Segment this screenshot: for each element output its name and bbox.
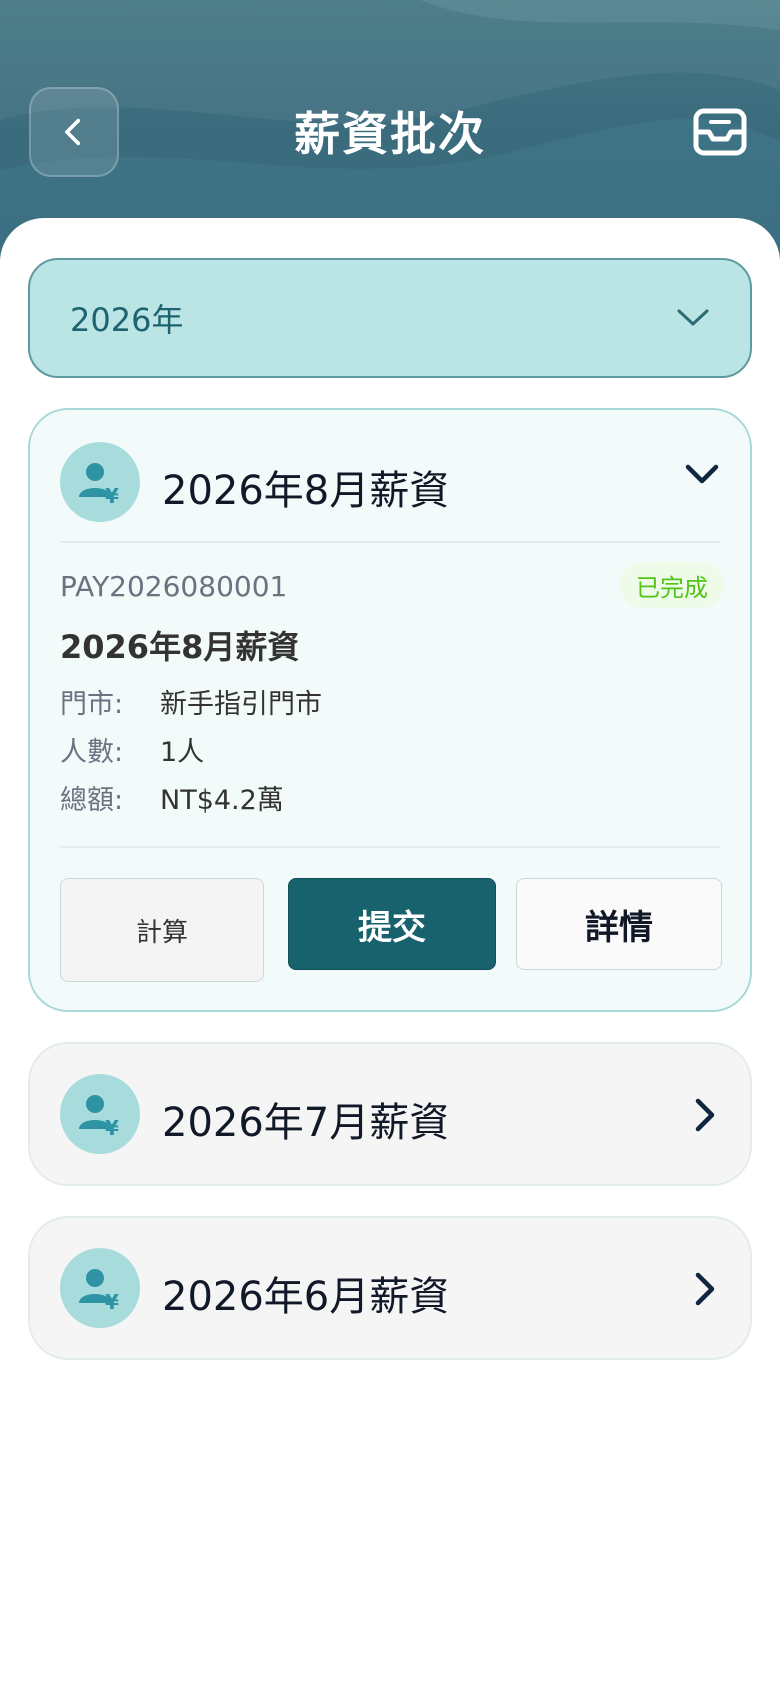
batch-card-collapsed[interactable]: ¥ 2026年7月薪資 (28, 1042, 752, 1186)
svg-text:¥: ¥ (105, 1116, 119, 1139)
info-label: 門市: (60, 689, 124, 720)
divider (60, 846, 720, 848)
info-value: 1人 (160, 737, 205, 768)
info-label: 總額: (60, 785, 124, 816)
page-title: 薪資批次 (294, 107, 486, 161)
chevron-right-icon (695, 1272, 715, 1306)
payroll-user-icon: ¥ (60, 1248, 140, 1328)
batch-card-expanded: ¥ 2026年8月薪資 PAY2026080001 已完成 2026年8月薪資 … (28, 408, 752, 1012)
status-badge: 已完成 (620, 562, 724, 608)
batch-detail-title: 2026年8月薪資 (60, 628, 300, 666)
submit-button[interactable]: 提交 (288, 878, 496, 970)
batch-title: 2026年8月薪資 (162, 468, 450, 514)
calculate-button[interactable]: 計算 (60, 878, 264, 982)
divider (60, 541, 720, 543)
chevron-right-icon (695, 1098, 715, 1132)
payroll-user-icon: ¥ (60, 442, 140, 522)
svg-text:¥: ¥ (105, 484, 119, 507)
year-select[interactable]: 2026年 (28, 258, 752, 378)
inbox-icon (693, 108, 747, 156)
batch-title: 2026年7月薪資 (162, 1100, 450, 1146)
info-value: NT$4.2萬 (160, 785, 284, 816)
chevron-down-icon (685, 464, 719, 484)
batch-id: PAY2026080001 (60, 570, 288, 603)
batch-card-collapsed[interactable]: ¥ 2026年6月薪資 (28, 1216, 752, 1360)
svg-text:¥: ¥ (105, 1290, 119, 1313)
chevron-down-icon (677, 309, 709, 326)
batch-card-header[interactable]: ¥ 2026年8月薪資 (30, 410, 750, 542)
details-button[interactable]: 詳情 (516, 878, 722, 970)
year-select-value: 2026年 (70, 301, 184, 339)
batch-title: 2026年6月薪資 (162, 1274, 450, 1320)
inbox-button[interactable] (690, 104, 750, 160)
payroll-user-icon: ¥ (60, 1074, 140, 1154)
info-value: 新手指引門市 (160, 689, 322, 720)
info-label: 人數: (60, 737, 124, 768)
